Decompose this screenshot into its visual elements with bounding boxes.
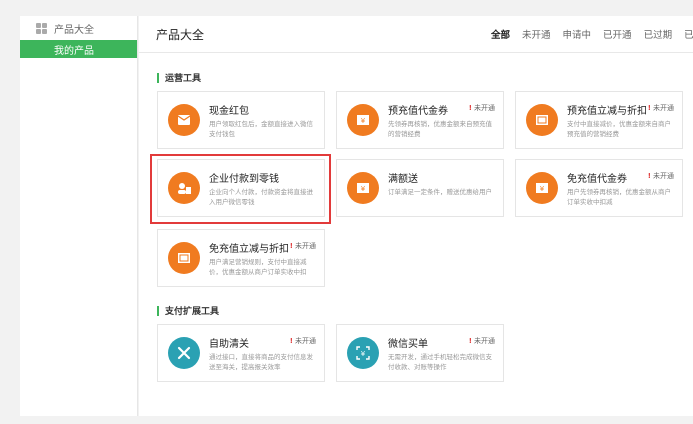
sidebar: 产品大全 我的产品 <box>20 16 138 416</box>
product-card[interactable]: 预充值立减与折扣 ! 未开通 支付中直接减价，优惠金额来自商户预充值的营销经费 <box>515 91 683 149</box>
app-frame: 产品大全 我的产品 产品大全 全部 未开通 申请中 已开通 已过期 已关闭 运营… <box>0 0 693 424</box>
product-desc: 先领券再核销，优惠金额来自预充值的营销经费 <box>388 120 492 138</box>
product-desc: 通过接口，直接将商品的支付信息发送至海关，提高报关效率 <box>209 353 313 371</box>
voucher-icon: ¥ <box>526 172 558 204</box>
filter-applying[interactable]: 申请中 <box>563 27 592 41</box>
sidebar-header[interactable]: 产品大全 <box>20 16 137 40</box>
red-envelope-icon <box>168 104 200 136</box>
product-name: 现金红包 <box>209 106 249 117</box>
scan-pay-icon: ¥ <box>347 337 379 369</box>
status-badge: ! 未开通 <box>468 104 495 112</box>
product-desc: 用户领取红包后，金额直接进入微信支付钱包 <box>209 120 313 138</box>
status-badge: ! 未开通 <box>289 242 316 250</box>
product-desc: 支付中直接减价，优惠金额来自商户预充值的营销经费 <box>567 120 671 138</box>
filter-opened[interactable]: 已开通 <box>603 27 632 41</box>
product-card[interactable]: ¥ 微信买单 ! 未开通 无需开发，通过手机轻松完成微信支付收款、对账等操作 <box>336 324 504 382</box>
tools-icon <box>168 337 200 369</box>
product-desc: 用户先领券再核销，优惠金额从商户订单实收中扣减 <box>567 188 671 206</box>
product-name: 免充值代金券 <box>567 174 627 185</box>
section-title: 运营工具 <box>157 71 201 84</box>
filter-expired[interactable]: 已过期 <box>644 27 673 41</box>
status-badge: ! 未开通 <box>647 104 674 112</box>
svg-text:¥: ¥ <box>361 350 366 358</box>
filter-tabs: 全部 未开通 申请中 已开通 已过期 已关闭 <box>491 27 693 41</box>
product-card[interactable]: 现金红包 用户领取红包后，金额直接进入微信支付钱包 <box>157 91 325 149</box>
svg-text:¥: ¥ <box>540 185 545 193</box>
filter-closed[interactable]: 已关闭 <box>684 27 693 41</box>
product-card[interactable]: ¥ 满额送 订单满足一定条件，赠送优惠给用户 <box>336 159 504 217</box>
product-name: 预充值代金券 <box>388 106 448 117</box>
highlight-box <box>150 154 331 224</box>
svg-text:¥: ¥ <box>361 117 366 125</box>
product-card[interactable]: ¥ 预充值代金券 ! 未开通 先领券再核销，优惠金额来自预充值的营销经费 <box>336 91 504 149</box>
product-desc: 用户满足营销规则，支付中直接减价，优惠金额从商户订单实收中扣 <box>209 258 307 276</box>
discount-icon <box>168 242 200 274</box>
product-card[interactable]: ¥ 免充值代金券 ! 未开通 用户先领券再核销，优惠金额从商户订单实收中扣减 <box>515 159 683 217</box>
product-name: 微信买单 <box>388 339 428 350</box>
svg-text:¥: ¥ <box>361 185 366 193</box>
discount-icon <box>526 104 558 136</box>
product-desc: 订单满足一定条件，赠送优惠给用户 <box>388 188 492 196</box>
sidebar-item-my-products[interactable]: 我的产品 <box>20 40 137 58</box>
page-title: 产品大全 <box>156 27 205 42</box>
status-badge: ! 未开通 <box>647 172 674 180</box>
product-name: 满额送 <box>388 174 418 185</box>
filter-not-opened[interactable]: 未开通 <box>522 27 551 41</box>
sidebar-header-label: 产品大全 <box>54 24 94 36</box>
product-name: 自助清关 <box>209 339 249 350</box>
product-name: 免充值立减与折扣 <box>209 244 289 255</box>
product-card[interactable]: 免充值立减与折扣 ! 未开通 用户满足营销规则，支付中直接减价，优惠金额从商户订单… <box>157 229 325 287</box>
product-name: 预充值立减与折扣 <box>567 106 647 117</box>
section-title: 支付扩展工具 <box>157 304 219 317</box>
status-badge: ! 未开通 <box>289 337 316 345</box>
status-badge: ! 未开通 <box>468 337 495 345</box>
grid-icon <box>36 22 47 34</box>
product-desc: 无需开发，通过手机轻松完成微信支付收款、对账等操作 <box>388 353 492 371</box>
product-card[interactable]: 自助清关 ! 未开通 通过接口，直接将商品的支付信息发送至海关，提高报关效率 <box>157 324 325 382</box>
voucher-icon: ¥ <box>347 104 379 136</box>
gift-icon: ¥ <box>347 172 379 204</box>
filter-all[interactable]: 全部 <box>491 27 510 41</box>
